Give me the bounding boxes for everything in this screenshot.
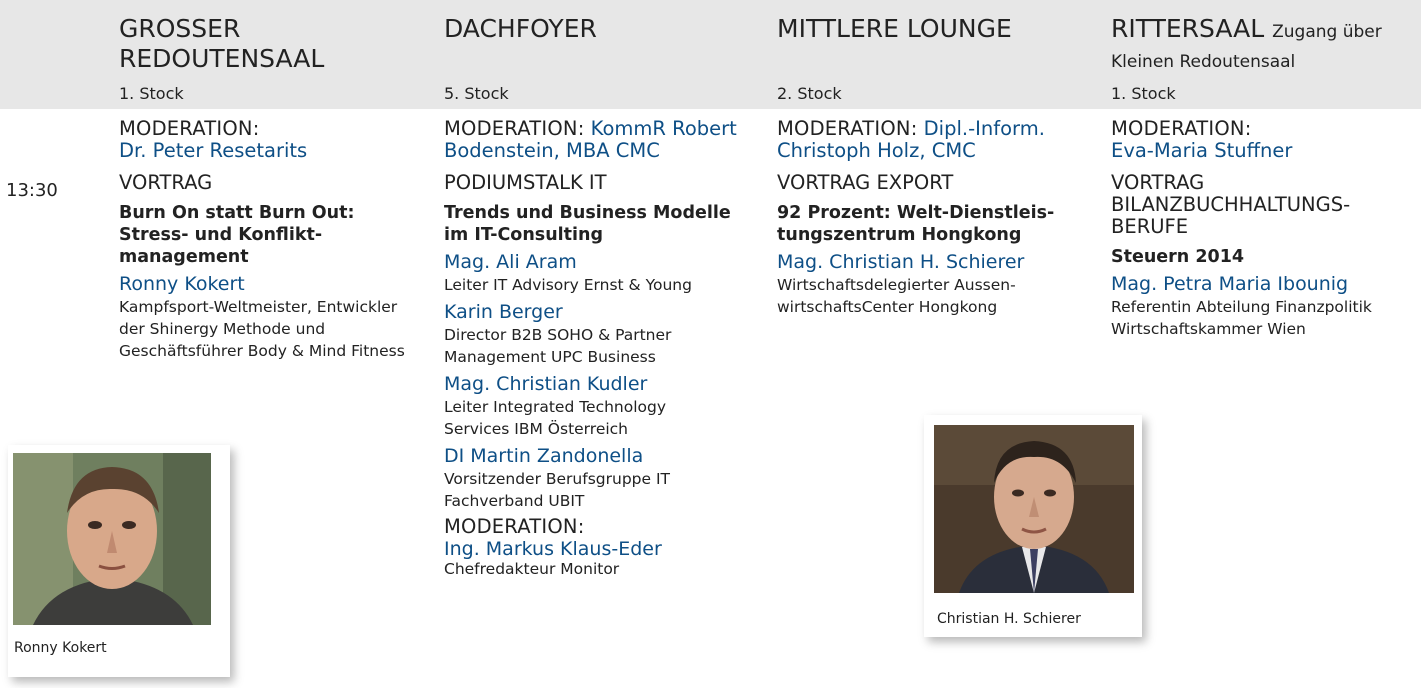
moderator-link[interactable]: Dr. Peter Resetarits: [119, 140, 419, 162]
moderation: MODERATION: Dipl.-Inform. Christoph Holz…: [777, 117, 1045, 162]
room-name: RITTERSAAL Zugang über Kleinen Redoutens…: [1111, 14, 1382, 72]
speaker-desc: Wirtschaftsdelegierter Aussen­wirtschaft…: [777, 276, 1016, 316]
room-name: GROSSER REDOUTENSAAL: [119, 14, 325, 73]
session-title: 92 Prozent: Welt-Dienstleis­tungszentrum…: [777, 203, 1055, 245]
moderation: MODERATION: KommR Robert Bodenstein, MBA…: [444, 117, 737, 162]
session-body: MODERATION: KommR Robert Bodenstein, MBA…: [444, 118, 774, 582]
floor-label: 1. Stock: [119, 84, 184, 103]
moderator-desc: Chefredakteur Monitor: [444, 560, 620, 578]
speaker-link[interactable]: Mag. Christian Kudler: [444, 372, 774, 396]
speaker-link[interactable]: Mag. Petra Maria Ibounig: [1111, 272, 1416, 296]
photo-caption: Ronny Kokert: [14, 640, 107, 656]
speaker-desc: Referentin Abteilung Finanz­politik Wirt…: [1111, 298, 1372, 338]
session-body: MODERATION: Dr. Peter Resetarits VORTRAG…: [119, 118, 419, 366]
session-body: MODERATION: Dipl.-Inform. Christoph Holz…: [777, 118, 1107, 322]
speaker-desc: Leiter Integrated Technology Services IB…: [444, 398, 667, 438]
photo-caption: Christian H. Schierer: [937, 611, 1081, 627]
floor-label: 5. Stock: [444, 84, 509, 103]
speaker-link[interactable]: Karin Berger: [444, 300, 774, 324]
session-title: Burn On statt Burn Out: Stress- und Konf…: [119, 203, 355, 267]
session-kind: PODIUMSTALK IT: [444, 171, 607, 194]
speaker-desc: Director B2B SOHO & Partner Management U…: [444, 326, 672, 366]
floor-label: 1. Stock: [1111, 84, 1176, 103]
floor-label: 2. Stock: [777, 84, 842, 103]
moderation: MODERATION: Eva-Maria Stuffner: [1111, 118, 1416, 162]
photo-christian-schierer: Christian H. Schierer: [924, 415, 1142, 637]
portrait-image: [13, 453, 211, 625]
session-kind: VORTRAG: [119, 171, 213, 194]
portrait-image: [934, 425, 1134, 593]
speaker-link[interactable]: Mag. Christian H. Schierer: [777, 250, 1107, 274]
moderator-link[interactable]: Eva-Maria Stuffner: [1111, 140, 1416, 162]
session-title: Trends und Business Modelle im IT-Consul…: [444, 203, 731, 245]
moderation-label: MODERATION:: [444, 515, 585, 538]
photo-ronny-kokert: Ronny Kokert: [8, 445, 230, 677]
moderator-link[interactable]: Ing. Markus Klaus-Eder: [444, 538, 774, 560]
speaker-desc: Leiter IT Advisory Ernst & Young: [444, 276, 692, 294]
session-title: Steuern 2014: [1111, 247, 1245, 267]
speaker-link[interactable]: Mag. Ali Aram: [444, 250, 774, 274]
speaker-desc: Vorsitzender Berufsgruppe IT Fachverband…: [444, 470, 670, 510]
session-kind: VORTRAG EXPORT: [777, 171, 954, 194]
speaker-link[interactable]: Ronny Kokert: [119, 272, 419, 296]
session-kind: VORTRAG BILANZBUCHHALTUNGS­BERUFE: [1111, 171, 1351, 238]
speaker-link[interactable]: DI Martin Zandonella: [444, 444, 774, 468]
room-name: MITTLERE LOUNGE: [777, 14, 1012, 43]
speaker-desc: Kampfsport-Weltmeister, Entwickler der S…: [119, 298, 405, 360]
session-body: MODERATION: Eva-Maria Stuffner VORTRAG B…: [1111, 118, 1416, 344]
time-label: 13:30: [6, 180, 58, 201]
room-name: DACHFOYER: [444, 14, 597, 43]
moderation: MODERATION: Dr. Peter Resetarits: [119, 118, 419, 162]
